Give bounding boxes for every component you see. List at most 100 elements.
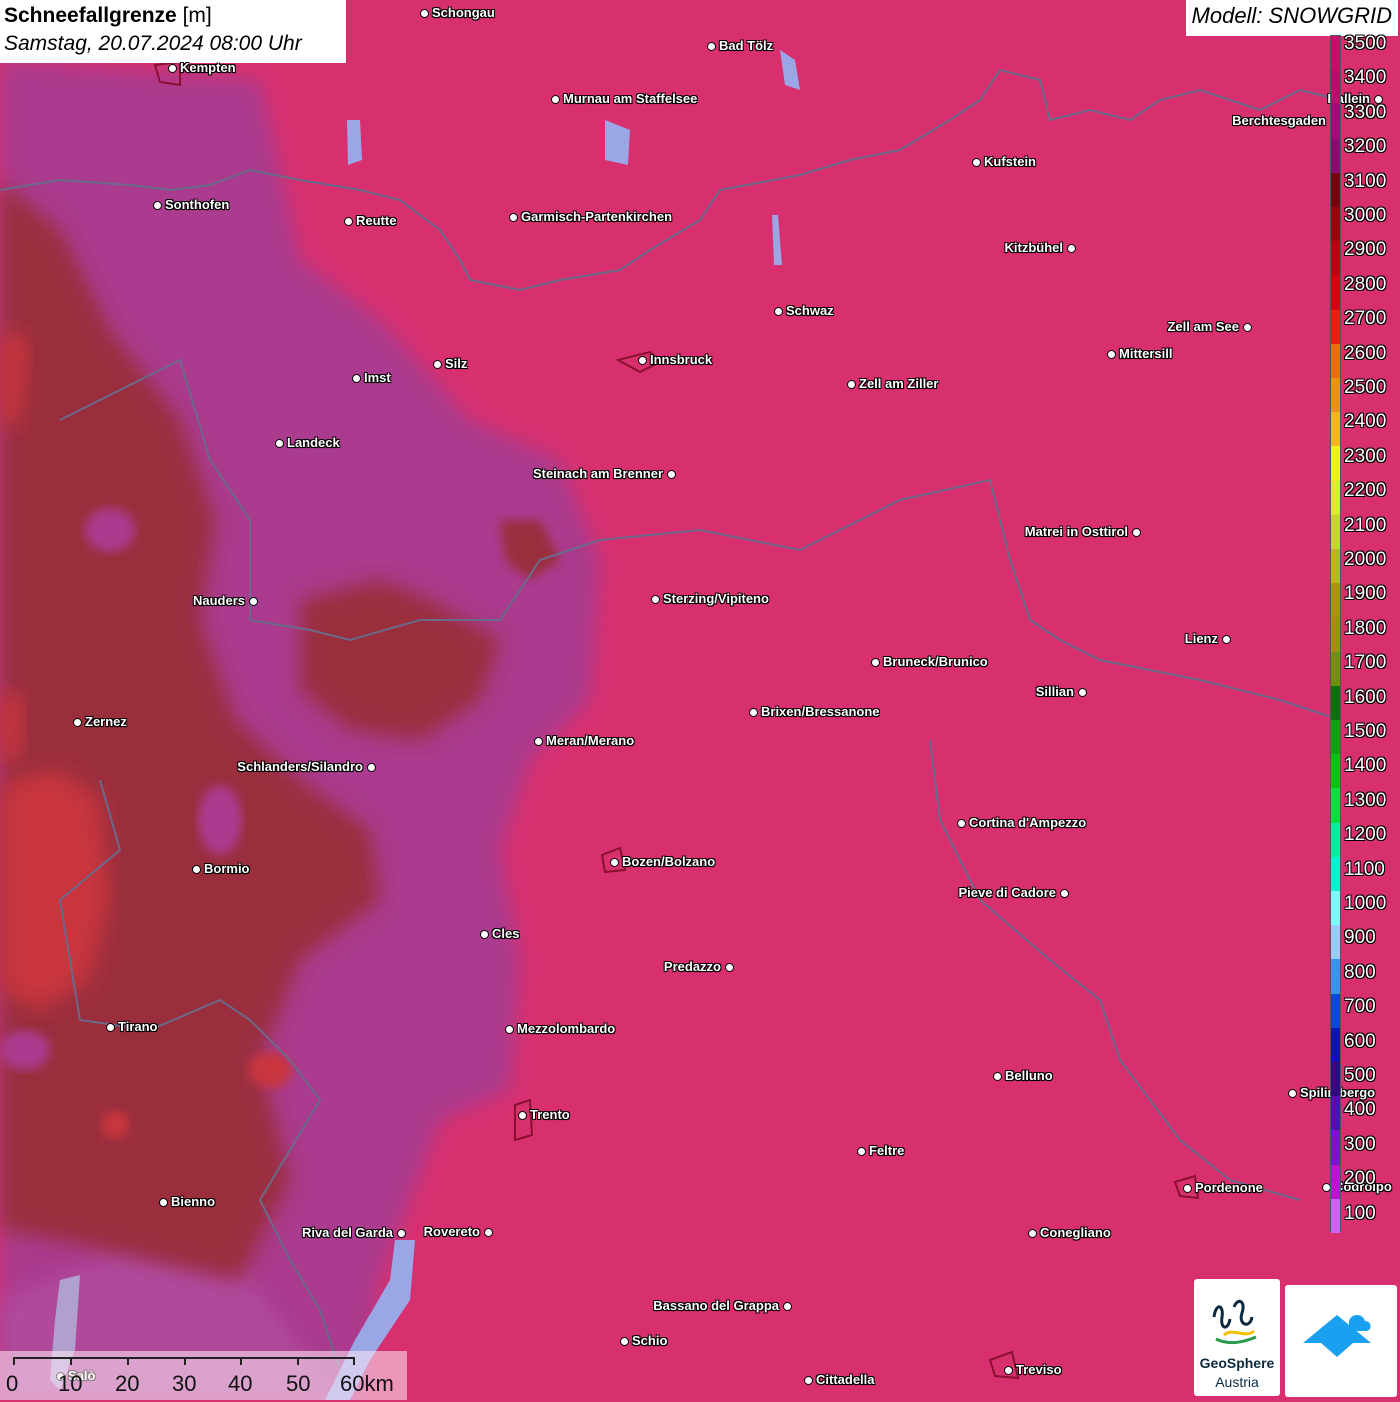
- city-label: Cittadella: [816, 1372, 875, 1387]
- legend-label: 1500: [1344, 721, 1387, 742]
- city-marker[interactable]: [1288, 1089, 1297, 1098]
- city-marker[interactable]: [1107, 350, 1116, 359]
- city-label: Belluno: [1005, 1068, 1053, 1083]
- city-marker[interactable]: [783, 1302, 792, 1311]
- city-marker[interactable]: [1060, 889, 1069, 898]
- city-marker[interactable]: [1028, 1229, 1037, 1238]
- city-marker[interactable]: [725, 963, 734, 972]
- legend-label: 100: [1344, 1202, 1376, 1224]
- city-marker[interactable]: [433, 360, 442, 369]
- legend-swatch: [1331, 36, 1340, 71]
- legend-label: 700: [1344, 996, 1376, 1018]
- city-label: Cortina d'Ampezzo: [969, 815, 1087, 830]
- legend-label: 1800: [1344, 617, 1387, 639]
- legend-swatch: [1331, 959, 1340, 995]
- city-marker[interactable]: [1067, 244, 1076, 253]
- city-label: Landeck: [287, 435, 340, 450]
- city-marker[interactable]: [1078, 688, 1087, 697]
- city-marker[interactable]: [1183, 1184, 1192, 1193]
- partner-logo[interactable]: [1285, 1285, 1397, 1397]
- city-label: Brixen/Bressanone: [761, 704, 880, 719]
- city-marker[interactable]: [367, 763, 376, 772]
- city-marker[interactable]: [972, 158, 981, 167]
- legend-label: 2400: [1344, 411, 1387, 433]
- legend-swatch: [1331, 1096, 1340, 1131]
- geosphere-logo[interactable]: GeoSphere Austria: [1194, 1279, 1280, 1396]
- city-marker[interactable]: [275, 439, 284, 448]
- city-marker[interactable]: [344, 217, 353, 226]
- city-marker[interactable]: [774, 307, 783, 316]
- city-marker[interactable]: [484, 1228, 493, 1237]
- city-marker[interactable]: [106, 1023, 115, 1032]
- legend-label: 2900: [1344, 239, 1387, 261]
- legend-label: 3400: [1344, 67, 1387, 89]
- city-label: Steinach am Brenner: [532, 466, 663, 481]
- city-marker[interactable]: [420, 9, 429, 18]
- city-marker[interactable]: [667, 470, 676, 479]
- legend-swatch: [1331, 343, 1340, 379]
- city-marker[interactable]: [505, 1025, 514, 1034]
- legend-label: 200: [1344, 1168, 1376, 1190]
- city-marker[interactable]: [610, 858, 619, 867]
- scale-label: 10: [58, 1371, 83, 1396]
- city-marker[interactable]: [847, 380, 856, 389]
- city-label: Berchtesgaden: [1232, 113, 1326, 128]
- city-marker[interactable]: [957, 819, 966, 828]
- city-marker[interactable]: [73, 718, 82, 727]
- city-marker[interactable]: [804, 1376, 813, 1385]
- city-marker[interactable]: [153, 201, 162, 210]
- city-label: Lienz: [1184, 631, 1218, 646]
- city-label: Zell am Ziller: [859, 376, 939, 391]
- city-label: Reutte: [356, 213, 397, 228]
- city-marker[interactable]: [993, 1072, 1002, 1081]
- city-marker[interactable]: [638, 356, 647, 365]
- city-label: Mezzolombardo: [517, 1021, 616, 1036]
- city-label: Pieve di Cadore: [958, 885, 1056, 900]
- city-marker[interactable]: [1132, 528, 1141, 537]
- city-marker[interactable]: [168, 64, 177, 73]
- city-marker[interactable]: [1243, 323, 1252, 332]
- legend-swatch: [1331, 480, 1340, 516]
- city-marker[interactable]: [749, 708, 758, 717]
- legend-label: 900: [1344, 927, 1376, 949]
- legend-label: 2300: [1344, 445, 1387, 467]
- legend-label: 1400: [1344, 755, 1387, 777]
- city-marker[interactable]: [509, 213, 518, 222]
- legend-label: 1900: [1344, 583, 1387, 605]
- scale-label: 60km: [340, 1371, 394, 1396]
- city-label: Rovereto: [423, 1224, 480, 1239]
- city-marker[interactable]: [480, 930, 489, 939]
- legend-bar: [1330, 35, 1341, 1234]
- city-label: Cles: [492, 926, 520, 941]
- city-marker[interactable]: [1222, 635, 1231, 644]
- city-marker[interactable]: [192, 865, 201, 874]
- city-marker[interactable]: [159, 1198, 168, 1207]
- city-marker[interactable]: [871, 658, 880, 667]
- scale-tick: [353, 1357, 355, 1365]
- cloud-arrow-logo-icon: [1303, 1315, 1371, 1357]
- legend-label: 1700: [1344, 652, 1387, 674]
- legend-swatch: [1331, 1027, 1340, 1063]
- city-marker[interactable]: [620, 1337, 629, 1346]
- city-marker[interactable]: [551, 95, 560, 104]
- city-marker[interactable]: [518, 1111, 527, 1120]
- city-marker[interactable]: [249, 597, 258, 606]
- legend-label: 2600: [1344, 342, 1387, 364]
- city-marker[interactable]: [352, 374, 361, 383]
- legend-label: 1000: [1344, 893, 1387, 914]
- city-label: Trento: [530, 1107, 570, 1122]
- city-marker[interactable]: [397, 1229, 406, 1238]
- city-marker[interactable]: [707, 42, 716, 51]
- city-marker[interactable]: [1004, 1366, 1013, 1375]
- legend-label: 3000: [1344, 205, 1387, 226]
- city-marker[interactable]: [857, 1147, 866, 1156]
- city-label: Murnau am Staffelsee: [563, 91, 698, 106]
- legend-swatch: [1331, 446, 1340, 482]
- scale-label: 40: [228, 1371, 253, 1396]
- city-marker[interactable]: [534, 737, 543, 746]
- city-label: Mittersill: [1119, 346, 1173, 361]
- scale-label: 30: [172, 1371, 197, 1396]
- legend-swatch: [1331, 138, 1340, 174]
- city-marker[interactable]: [651, 595, 660, 604]
- scale-tick: [13, 1357, 15, 1365]
